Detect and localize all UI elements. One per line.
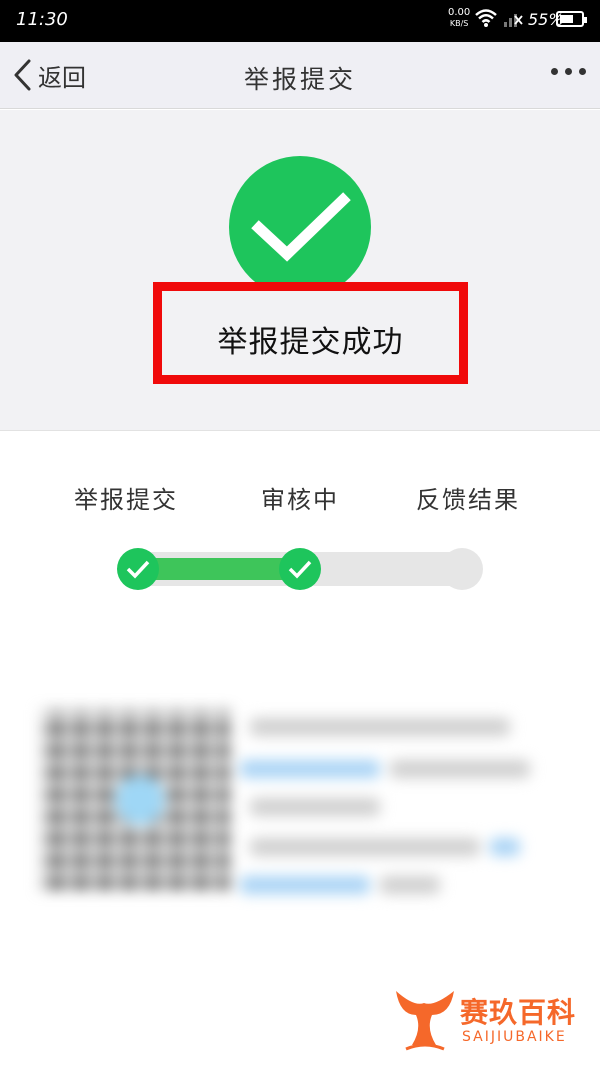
watermark-name: 赛玖百科: [460, 996, 577, 1029]
network-speed-value: 0.00: [448, 7, 471, 18]
step-dot-submitted: [117, 548, 159, 590]
watermark-sub: SAIJIUBAIKE: [462, 1029, 567, 1045]
check-circle-icon: [229, 156, 371, 298]
status-bar: 11:30 0.00 KB/S 55%: [0, 0, 600, 42]
signal-icon: [503, 10, 523, 32]
progress-track-completed: [138, 558, 300, 580]
result-panel: 举报提交成功: [0, 110, 600, 431]
nav-bar: 返回 举报提交: [0, 42, 600, 109]
blurred-promo: [30, 700, 570, 900]
page-title: 举报提交: [243, 65, 356, 94]
check-icon: [288, 560, 312, 579]
watermark: 赛玖百科 SAIJIUBAIKE: [392, 985, 592, 1055]
step-label-submitted: 举报提交: [74, 486, 178, 514]
step-dot-reviewing: [279, 548, 321, 590]
battery-icon: [556, 11, 587, 27]
check-icon: [126, 560, 150, 579]
network-speed-unit: KB/S: [449, 19, 469, 28]
highlight-box: 举报提交成功: [153, 282, 468, 384]
more-dots-icon[interactable]: [551, 68, 586, 75]
step-dot-result: [441, 548, 483, 590]
whale-tail-logo-icon: [396, 991, 454, 1051]
qr-logo-icon: [115, 775, 165, 825]
wifi-icon: [474, 8, 498, 32]
status-time: 11:30: [16, 9, 68, 30]
qr-code: [40, 710, 230, 890]
step-label-result: 反馈结果: [416, 486, 520, 514]
step-label-reviewing: 审核中: [261, 486, 339, 514]
success-message: 举报提交成功: [217, 325, 404, 360]
network-speed: 0.00 KB/S: [448, 7, 470, 29]
